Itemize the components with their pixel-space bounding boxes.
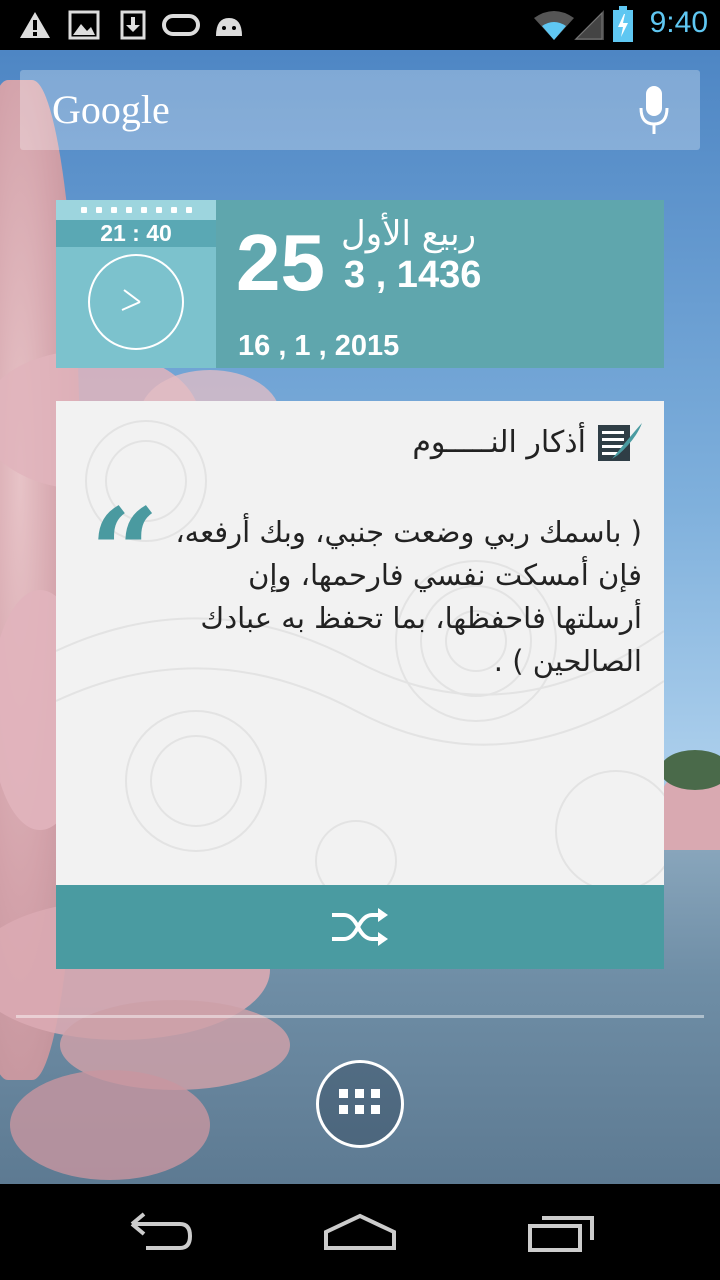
navigation-bar bbox=[0, 1184, 720, 1280]
google-search-bar[interactable]: Google bbox=[20, 70, 700, 150]
shuffle-button[interactable] bbox=[56, 885, 664, 969]
download-icon bbox=[120, 10, 146, 40]
image-icon bbox=[68, 10, 100, 40]
recent-apps-icon[interactable] bbox=[524, 1204, 600, 1260]
back-icon[interactable] bbox=[124, 1204, 196, 1260]
gamepad-icon bbox=[162, 14, 200, 36]
clock-dots bbox=[56, 200, 216, 220]
google-logo[interactable]: Google bbox=[52, 86, 170, 133]
clock-panel: 21 : 40 bbox=[56, 200, 216, 368]
dhikr-text: ( باسمك ربي وضعت جنبي، وبك أرفعه، فإن أم… bbox=[175, 515, 642, 678]
quote-mark-icon: “ bbox=[90, 482, 160, 623]
notepad-quill-icon bbox=[598, 423, 642, 461]
signal-icon bbox=[574, 10, 604, 40]
wifi-icon bbox=[534, 11, 574, 40]
dhikr-card: أذكار النـــــوم “ ( باسمك ربي وضعت جنبي… bbox=[56, 401, 664, 885]
page-indicator bbox=[16, 1015, 704, 1018]
status-bar: 9:40 bbox=[0, 0, 720, 50]
shuffle-icon bbox=[332, 908, 388, 946]
hijri-day: 25 bbox=[236, 218, 325, 307]
mic-icon[interactable] bbox=[638, 84, 670, 136]
date-panel: 25 ربيع الأول 3 , 1436 16 , 1 , 2015 bbox=[216, 200, 664, 368]
android-icon bbox=[216, 18, 242, 36]
hijri-year: 3 , 1436 bbox=[344, 254, 482, 296]
app-drawer-button[interactable] bbox=[316, 1060, 404, 1148]
gregorian-date: 16 , 1 , 2015 bbox=[238, 330, 400, 362]
date-widget[interactable]: 21 : 40 25 ربيع الأول 3 , 1436 16 , 1 , … bbox=[56, 200, 664, 368]
card-title: أذكار النـــــوم bbox=[412, 424, 586, 460]
home-icon[interactable] bbox=[320, 1204, 400, 1260]
widget-time: 21 : 40 bbox=[56, 220, 216, 247]
hijri-month: ربيع الأول bbox=[341, 214, 477, 254]
warning-icon bbox=[20, 12, 50, 38]
analog-clock-icon bbox=[88, 254, 184, 350]
grid-icon bbox=[339, 1089, 380, 1114]
battery-charging-icon bbox=[613, 6, 633, 42]
card-header: أذكار النـــــوم bbox=[412, 421, 642, 463]
status-clock: 9:40 bbox=[649, 6, 708, 39]
